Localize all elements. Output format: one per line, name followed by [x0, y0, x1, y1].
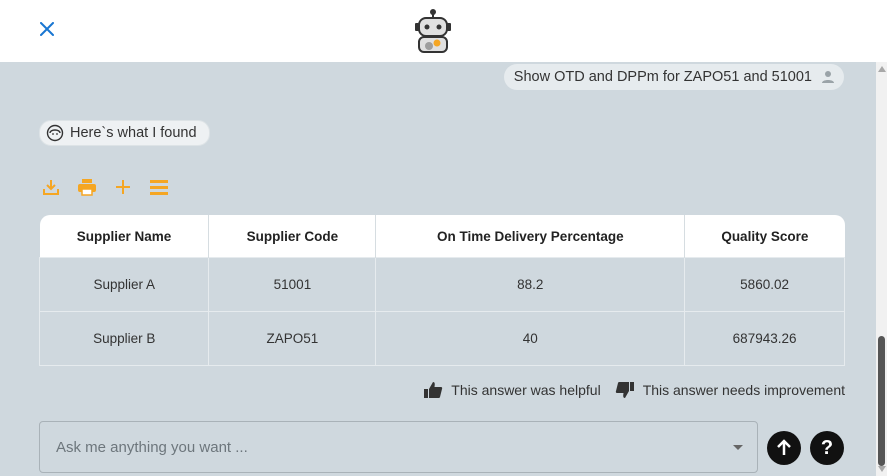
table-cell: 88.2 — [375, 257, 686, 312]
table-cell: 40 — [375, 311, 686, 366]
helpful-button[interactable]: This answer was helpful — [423, 381, 601, 399]
needs-improvement-button[interactable]: This answer needs improvement — [615, 381, 845, 399]
column-header[interactable]: On Time Delivery Percentage — [375, 215, 686, 258]
result-toolbar — [40, 177, 170, 197]
send-button[interactable] — [767, 431, 801, 465]
feedback-bar: This answer was helpful This answer need… — [423, 381, 845, 399]
column-header[interactable]: Supplier Code — [208, 215, 377, 258]
table-row: Supplier B ZAPO51 40 687943.26 — [38, 311, 845, 366]
improve-label: This answer needs improvement — [642, 382, 845, 398]
column-header[interactable]: Supplier Name — [39, 215, 210, 258]
table-cell: ZAPO51 — [208, 311, 377, 366]
support-agent-icon — [46, 124, 64, 142]
download-icon — [43, 180, 59, 195]
bot-message: Here`s what I found — [39, 120, 210, 146]
robot-bot-icon — [415, 9, 451, 53]
chat-input[interactable] — [40, 421, 733, 473]
thumbs-down-icon — [615, 382, 634, 398]
table-header-row: Supplier Name Supplier Code On Time Deli… — [39, 215, 845, 258]
scrollbar[interactable] — [876, 62, 887, 476]
table-row: Supplier A 51001 88.2 5860.02 — [38, 257, 845, 312]
list-button[interactable] — [148, 177, 170, 197]
helpful-label: This answer was helpful — [451, 382, 601, 398]
download-button[interactable] — [40, 177, 62, 197]
list-icon — [150, 180, 168, 195]
print-button[interactable] — [76, 177, 98, 197]
help-icon: ? — [820, 436, 834, 459]
table-cell: 5860.02 — [684, 257, 845, 312]
user-icon — [822, 71, 834, 83]
close-icon — [40, 22, 54, 36]
add-button[interactable] — [112, 177, 134, 197]
scroll-up-arrow-icon[interactable] — [878, 66, 886, 72]
chat-input-container — [39, 421, 758, 473]
scroll-down-arrow-icon[interactable] — [878, 466, 886, 472]
header-bar — [0, 0, 887, 62]
bot-message-text: Here`s what I found — [70, 125, 197, 141]
thumbs-up-icon — [424, 382, 443, 398]
table-cell: 687943.26 — [684, 311, 845, 366]
print-icon — [78, 179, 96, 196]
results-table: Supplier Name Supplier Code On Time Deli… — [38, 215, 845, 366]
user-message-text: Show OTD and DPPm for ZAPO51 and 51001 — [513, 69, 812, 85]
table-cell: 51001 — [208, 257, 377, 312]
scroll-thumb[interactable] — [878, 336, 885, 466]
add-icon — [116, 180, 130, 194]
user-message: Show OTD and DPPm for ZAPO51 and 51001 — [503, 64, 844, 90]
arrow-up-icon — [777, 439, 791, 455]
chevron-down-icon[interactable] — [733, 444, 743, 450]
table-cell: Supplier A — [38, 257, 210, 312]
close-button[interactable] — [36, 18, 58, 40]
column-header[interactable]: Quality Score — [684, 215, 845, 258]
help-button[interactable]: ? — [810, 431, 844, 465]
chat-panel: Show OTD and DPPm for ZAPO51 and 51001 H… — [0, 62, 876, 476]
table-cell: Supplier B — [38, 311, 210, 366]
